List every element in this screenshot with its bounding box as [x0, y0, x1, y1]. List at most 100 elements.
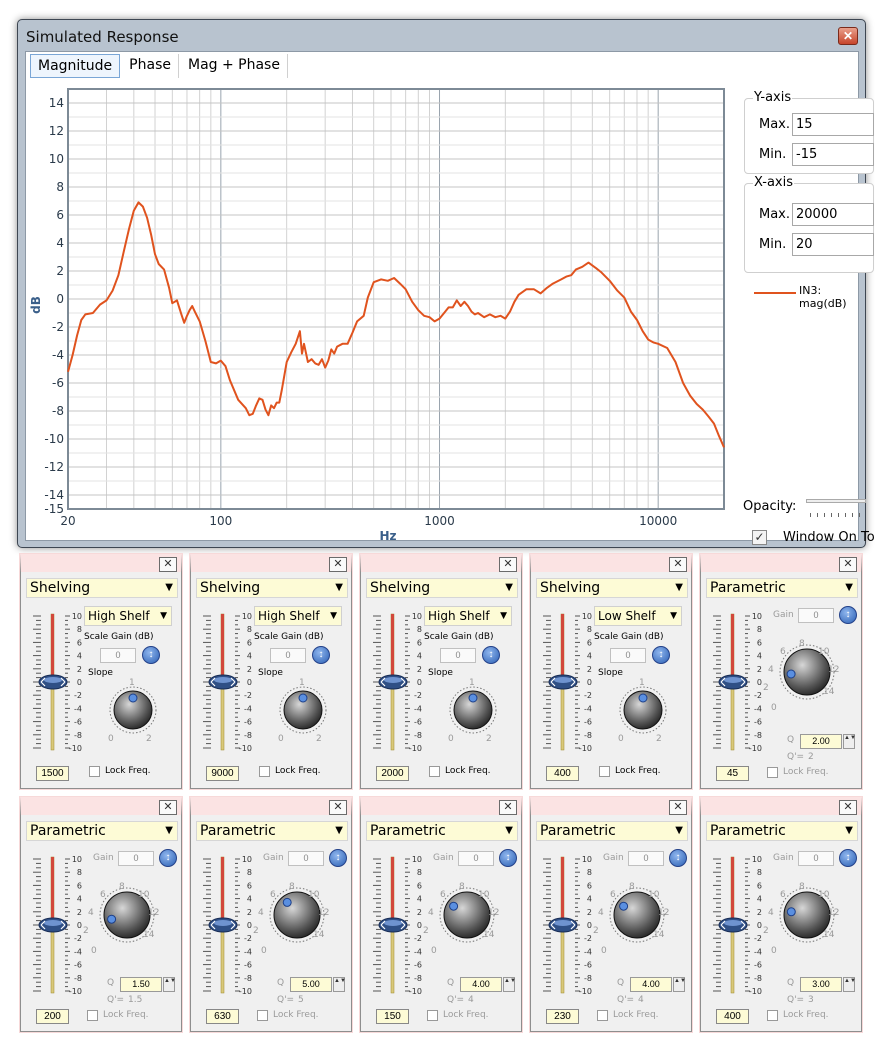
close-icon[interactable]: ✕	[159, 557, 177, 572]
lock-freq-checkbox[interactable]	[87, 1010, 98, 1021]
window-on-top-checkbox[interactable]: ✓	[752, 530, 767, 545]
close-icon[interactable]: ✕	[669, 557, 687, 572]
lock-freq-checkbox[interactable]	[599, 766, 610, 777]
q-input[interactable]: 4.00	[630, 977, 672, 992]
lock-freq-checkbox[interactable]	[257, 1010, 268, 1021]
slope-knob[interactable]	[445, 682, 501, 738]
q-spinner[interactable]: ▲▼	[843, 977, 856, 992]
close-icon[interactable]: ✕	[499, 800, 517, 815]
scale-gain-input[interactable]: 0	[270, 648, 306, 663]
q-input[interactable]: 1.50	[120, 977, 162, 992]
q-spinner[interactable]: ▲▼	[673, 977, 686, 992]
shelf-type-select[interactable]: High Shelf ▼	[254, 606, 342, 626]
link-icon[interactable]: ↕	[142, 646, 160, 664]
close-icon[interactable]: ✕	[839, 800, 857, 815]
slider-thumb[interactable]	[718, 674, 748, 690]
link-icon[interactable]: ↕	[669, 849, 687, 867]
filter-type-select[interactable]: Parametric ▼	[706, 578, 858, 598]
link-icon[interactable]: ↕	[839, 849, 857, 867]
lock-freq-checkbox[interactable]	[427, 1010, 438, 1021]
lock-freq-checkbox[interactable]	[89, 766, 100, 777]
shelf-type-select[interactable]: High Shelf ▼	[424, 606, 512, 626]
slider-thumb[interactable]	[38, 917, 68, 933]
gain-input[interactable]: 0	[288, 851, 324, 866]
y-max-input[interactable]: 15	[792, 113, 874, 136]
frequency-value[interactable]: 400	[546, 766, 579, 781]
filter-type-select[interactable]: Parametric ▼	[26, 821, 178, 841]
close-icon[interactable]: ✕	[499, 557, 517, 572]
lock-freq-checkbox[interactable]	[597, 1010, 608, 1021]
link-icon[interactable]: ↕	[499, 849, 517, 867]
frequency-value[interactable]: 200	[36, 1009, 69, 1024]
frequency-value[interactable]: 1500	[36, 766, 69, 781]
q-input[interactable]: 4.00	[460, 977, 502, 992]
scale-gain-input[interactable]: 0	[440, 648, 476, 663]
filter-type-select[interactable]: Shelving ▼	[366, 578, 518, 598]
frequency-value[interactable]: 400	[716, 1009, 749, 1024]
x-max-input[interactable]: 20000	[792, 203, 874, 226]
q-input[interactable]: 5.00	[290, 977, 332, 992]
lock-freq-checkbox[interactable]	[259, 766, 270, 777]
filter-type-select[interactable]: Parametric ▼	[706, 821, 858, 841]
slider-thumb[interactable]	[208, 674, 238, 690]
gain-input[interactable]: 0	[798, 851, 834, 866]
gain-slider[interactable]: 10 8 6 4 2 0 -2 -4 -6 -8 -10	[25, 608, 83, 758]
gain-slider[interactable]: 10 8 6 4 2 0 -2 -4 -6 -8 -10	[365, 851, 423, 1001]
close-icon[interactable]: ✕	[159, 800, 177, 815]
close-icon[interactable]: ✕	[329, 557, 347, 572]
frequency-value[interactable]: 9000	[206, 766, 239, 781]
filter-type-select[interactable]: Parametric ▼	[366, 821, 518, 841]
shelf-type-select[interactable]: Low Shelf ▼	[594, 606, 682, 626]
close-icon[interactable]: ✕	[839, 557, 857, 572]
lock-freq-checkbox[interactable]	[429, 766, 440, 777]
link-icon[interactable]: ↕	[159, 849, 177, 867]
gain-slider[interactable]: 10 8 6 4 2 0 -2 -4 -6 -8 -10	[705, 851, 763, 1001]
slider-thumb[interactable]	[38, 674, 68, 690]
filter-type-select[interactable]: Parametric ▼	[536, 821, 688, 841]
slider-thumb[interactable]	[718, 917, 748, 933]
close-icon[interactable]: ✕	[669, 800, 687, 815]
link-icon[interactable]: ↕	[652, 646, 670, 664]
scale-gain-input[interactable]: 0	[100, 648, 136, 663]
link-icon[interactable]: ↕	[312, 646, 330, 664]
slider-thumb[interactable]	[378, 917, 408, 933]
y-min-input[interactable]: -15	[792, 143, 874, 166]
close-icon[interactable]: ✕	[838, 27, 858, 45]
gain-slider[interactable]: 10 8 6 4 2 0 -2 -4 -6 -8 -10	[535, 851, 593, 1001]
q-spinner[interactable]: ▲▼	[503, 977, 516, 992]
gain-slider[interactable]: 10 8 6 4 2 0 -2 -4 -6 -8 -10	[195, 608, 253, 758]
frequency-value[interactable]: 45	[716, 766, 749, 781]
gain-input[interactable]: 0	[118, 851, 154, 866]
scale-gain-input[interactable]: 0	[610, 648, 646, 663]
slope-knob[interactable]	[615, 682, 671, 738]
q-input[interactable]: 3.00	[800, 977, 842, 992]
gain-slider[interactable]: 10 8 6 4 2 0 -2 -4 -6 -8 -10	[535, 608, 593, 758]
link-icon[interactable]: ↕	[839, 606, 857, 624]
filter-type-select[interactable]: Shelving ▼	[196, 578, 348, 598]
frequency-value[interactable]: 630	[206, 1009, 239, 1024]
slope-knob[interactable]	[275, 682, 331, 738]
gain-slider[interactable]: 10 8 6 4 2 0 -2 -4 -6 -8 -10	[365, 608, 423, 758]
lock-freq-checkbox[interactable]	[767, 1010, 778, 1021]
frequency-value[interactable]: 2000	[376, 766, 409, 781]
filter-type-select[interactable]: Parametric ▼	[196, 821, 348, 841]
q-input[interactable]: 2.00	[800, 734, 842, 749]
q-spinner[interactable]: ▲▼	[333, 977, 346, 992]
gain-input[interactable]: 0	[798, 608, 834, 623]
gain-slider[interactable]: 10 8 6 4 2 0 -2 -4 -6 -8 -10	[705, 608, 763, 758]
opacity-slider[interactable]	[806, 499, 866, 503]
link-icon[interactable]: ↕	[329, 849, 347, 867]
slider-thumb[interactable]	[548, 674, 578, 690]
shelf-type-select[interactable]: High Shelf ▼	[84, 606, 172, 626]
gain-input[interactable]: 0	[628, 851, 664, 866]
x-min-input[interactable]: 20	[792, 233, 874, 256]
q-spinner[interactable]: ▲▼	[163, 977, 176, 992]
frequency-value[interactable]: 150	[376, 1009, 409, 1024]
slider-thumb[interactable]	[548, 917, 578, 933]
lock-freq-checkbox[interactable]	[767, 767, 778, 778]
filter-type-select[interactable]: Shelving ▼	[536, 578, 688, 598]
slope-knob[interactable]	[105, 682, 161, 738]
gain-slider[interactable]: 10 8 6 4 2 0 -2 -4 -6 -8 -10	[195, 851, 253, 1001]
filter-type-select[interactable]: Shelving ▼	[26, 578, 178, 598]
q-spinner[interactable]: ▲▼	[843, 734, 856, 749]
